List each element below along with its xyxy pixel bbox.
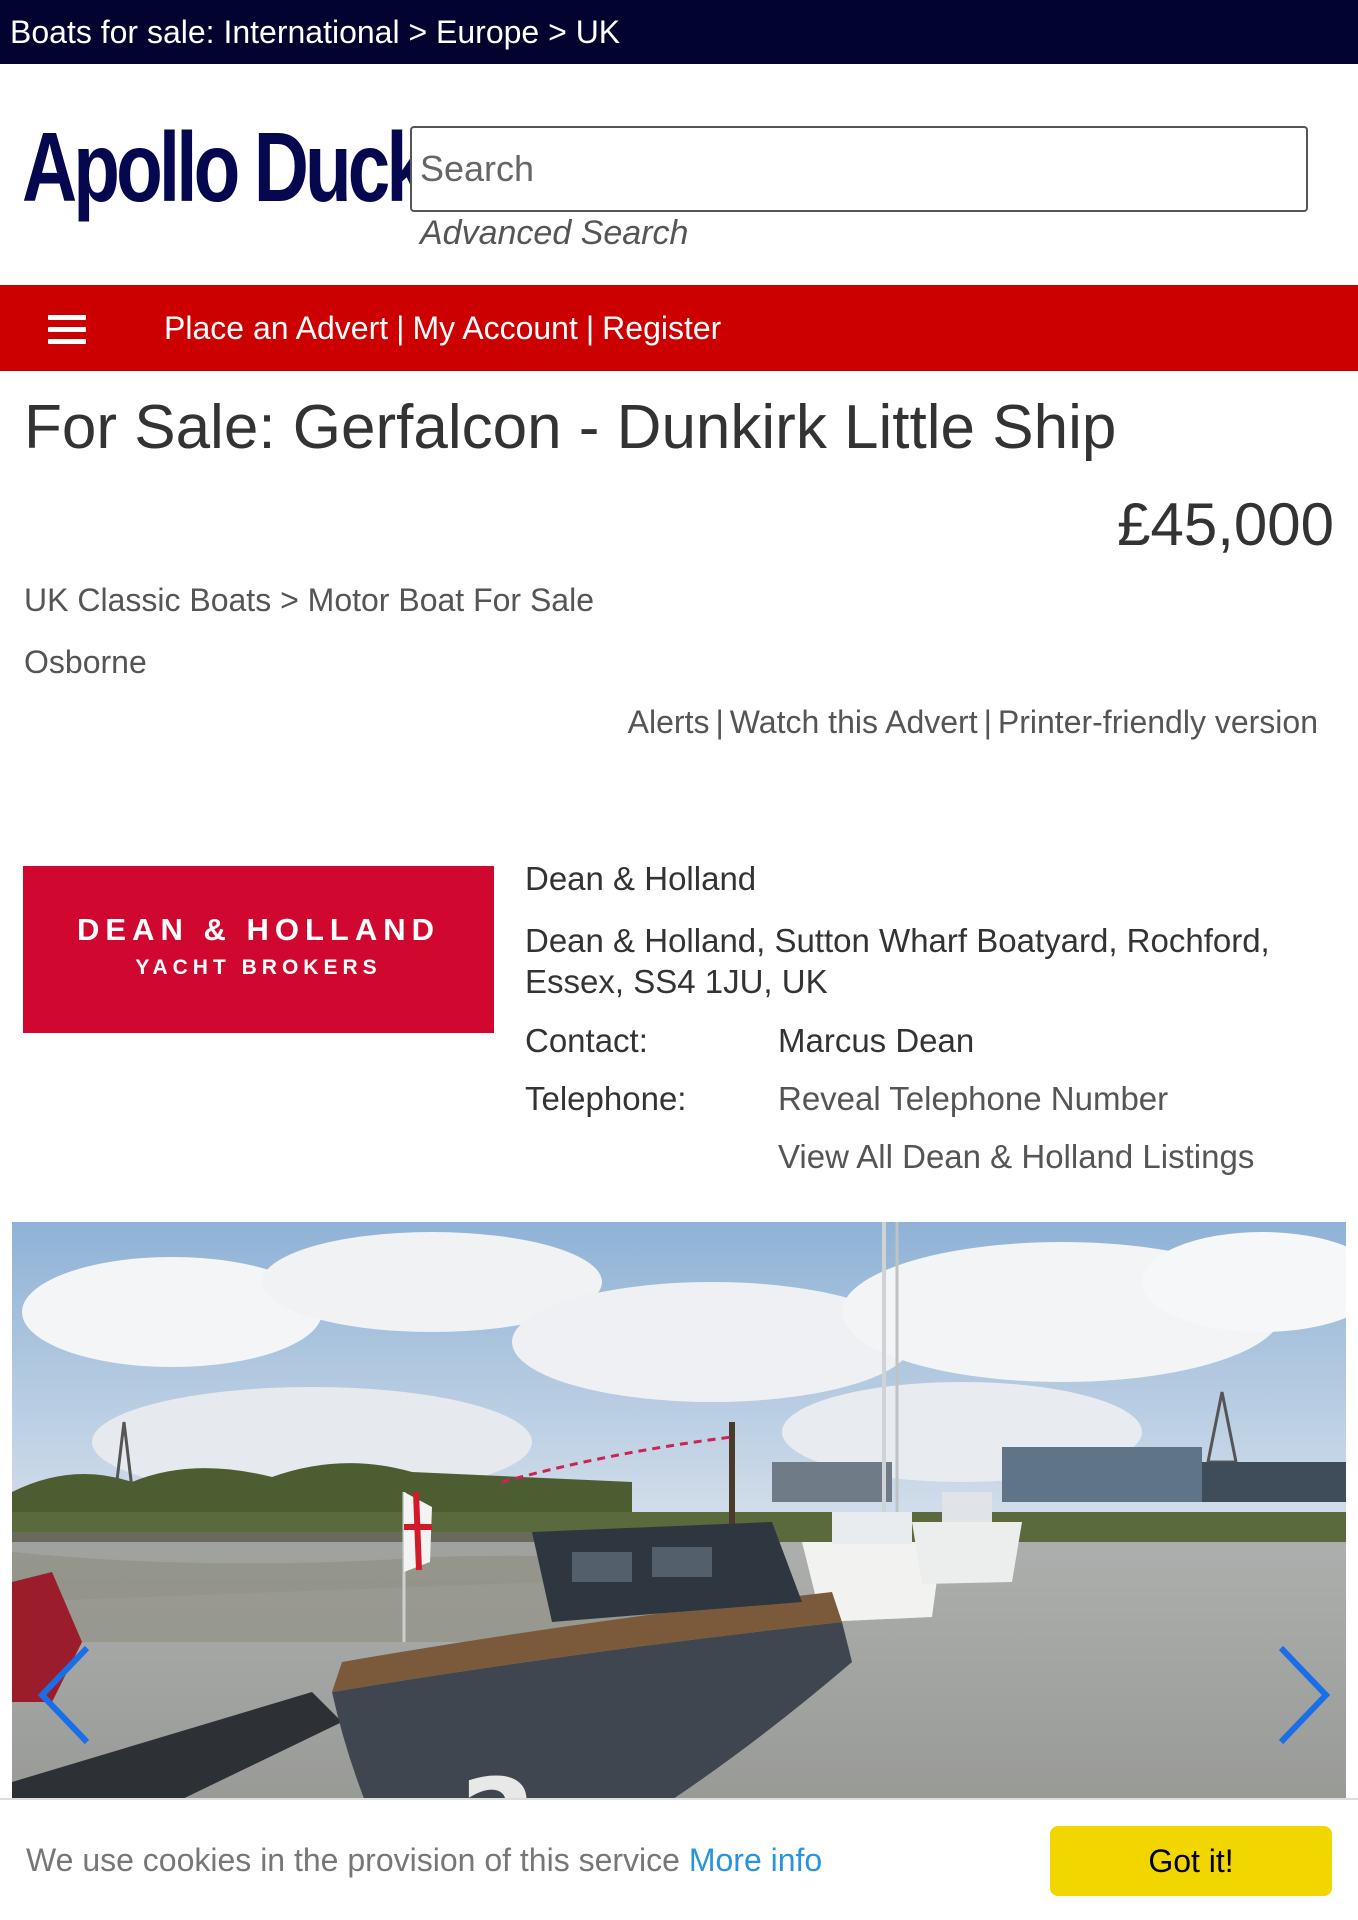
nav-separator: |	[585, 310, 595, 346]
photo-gallery[interactable]: 2	[12, 1222, 1346, 1862]
nav-separator: |	[396, 310, 405, 346]
register-link[interactable]: Register	[602, 310, 721, 346]
chevron-right-icon[interactable]	[1266, 1640, 1336, 1750]
nav-links: Place an Advert | My Account | Register	[164, 285, 721, 371]
search-input[interactable]	[410, 126, 1308, 212]
listing-builder[interactable]: Osborne	[24, 644, 147, 681]
watch-advert-link[interactable]: Watch this Advert	[730, 704, 978, 740]
place-advert-link[interactable]: Place an Advert	[164, 310, 388, 346]
boat-photo: 2	[12, 1222, 1346, 1862]
dealer-logo-title: DEAN & HOLLAND	[77, 912, 440, 947]
listing-price: £45,000	[1117, 491, 1334, 558]
listing-category[interactable]: UK Classic Boats > Motor Boat For Sale	[24, 582, 594, 619]
reveal-telephone-link[interactable]: Reveal Telephone Number	[778, 1080, 1168, 1118]
breadcrumb[interactable]: Boats for sale: International > Europe >…	[10, 14, 620, 50]
cookie-banner: We use cookies in the provision of this …	[0, 1798, 1358, 1920]
site-logo[interactable]: Apollo Duck	[22, 112, 429, 222]
contact-name: Marcus Dean	[778, 1022, 975, 1059]
cookie-more-info-link[interactable]: More info	[689, 1842, 822, 1878]
dealer-logo-subtitle: YACHT BROKERS	[135, 956, 382, 979]
breadcrumb-bar: Boats for sale: International > Europe >…	[0, 0, 1358, 64]
page-title: For Sale: Gerfalcon - Dunkirk Little Shi…	[24, 393, 1117, 462]
cookie-accept-button[interactable]: Got it!	[1050, 1826, 1332, 1896]
view-all-listings-link[interactable]: View All Dean & Holland Listings	[778, 1138, 1254, 1176]
printer-friendly-link[interactable]: Printer-friendly version	[998, 704, 1318, 740]
chevron-left-icon[interactable]	[32, 1640, 102, 1750]
listing-actions: Alerts | Watch this Advert | Printer-friendl…	[628, 704, 1318, 741]
actions-separator: |	[983, 704, 992, 740]
cookie-message: We use cookies in the provision of this …	[26, 1842, 822, 1879]
dealer-address: Dean & Holland, Sutton Wharf Boatyard, R…	[525, 922, 1270, 1000]
cookie-text: We use cookies in the provision of this …	[26, 1842, 680, 1878]
contact-label: Contact:	[525, 1022, 648, 1059]
actions-separator: |	[715, 704, 724, 740]
my-account-link[interactable]: My Account	[412, 310, 577, 346]
telephone-label: Telephone:	[525, 1080, 687, 1117]
advanced-search-link[interactable]: Advanced Search	[420, 214, 688, 253]
dealer-logo[interactable]: DEAN & HOLLAND YACHT BROKERS	[23, 866, 494, 1033]
dealer-name: Dean & Holland	[525, 860, 757, 897]
main-nav: Place an Advert | My Account | Register	[0, 285, 1358, 371]
hamburger-icon[interactable]	[48, 315, 86, 345]
alerts-link[interactable]: Alerts	[628, 704, 710, 740]
